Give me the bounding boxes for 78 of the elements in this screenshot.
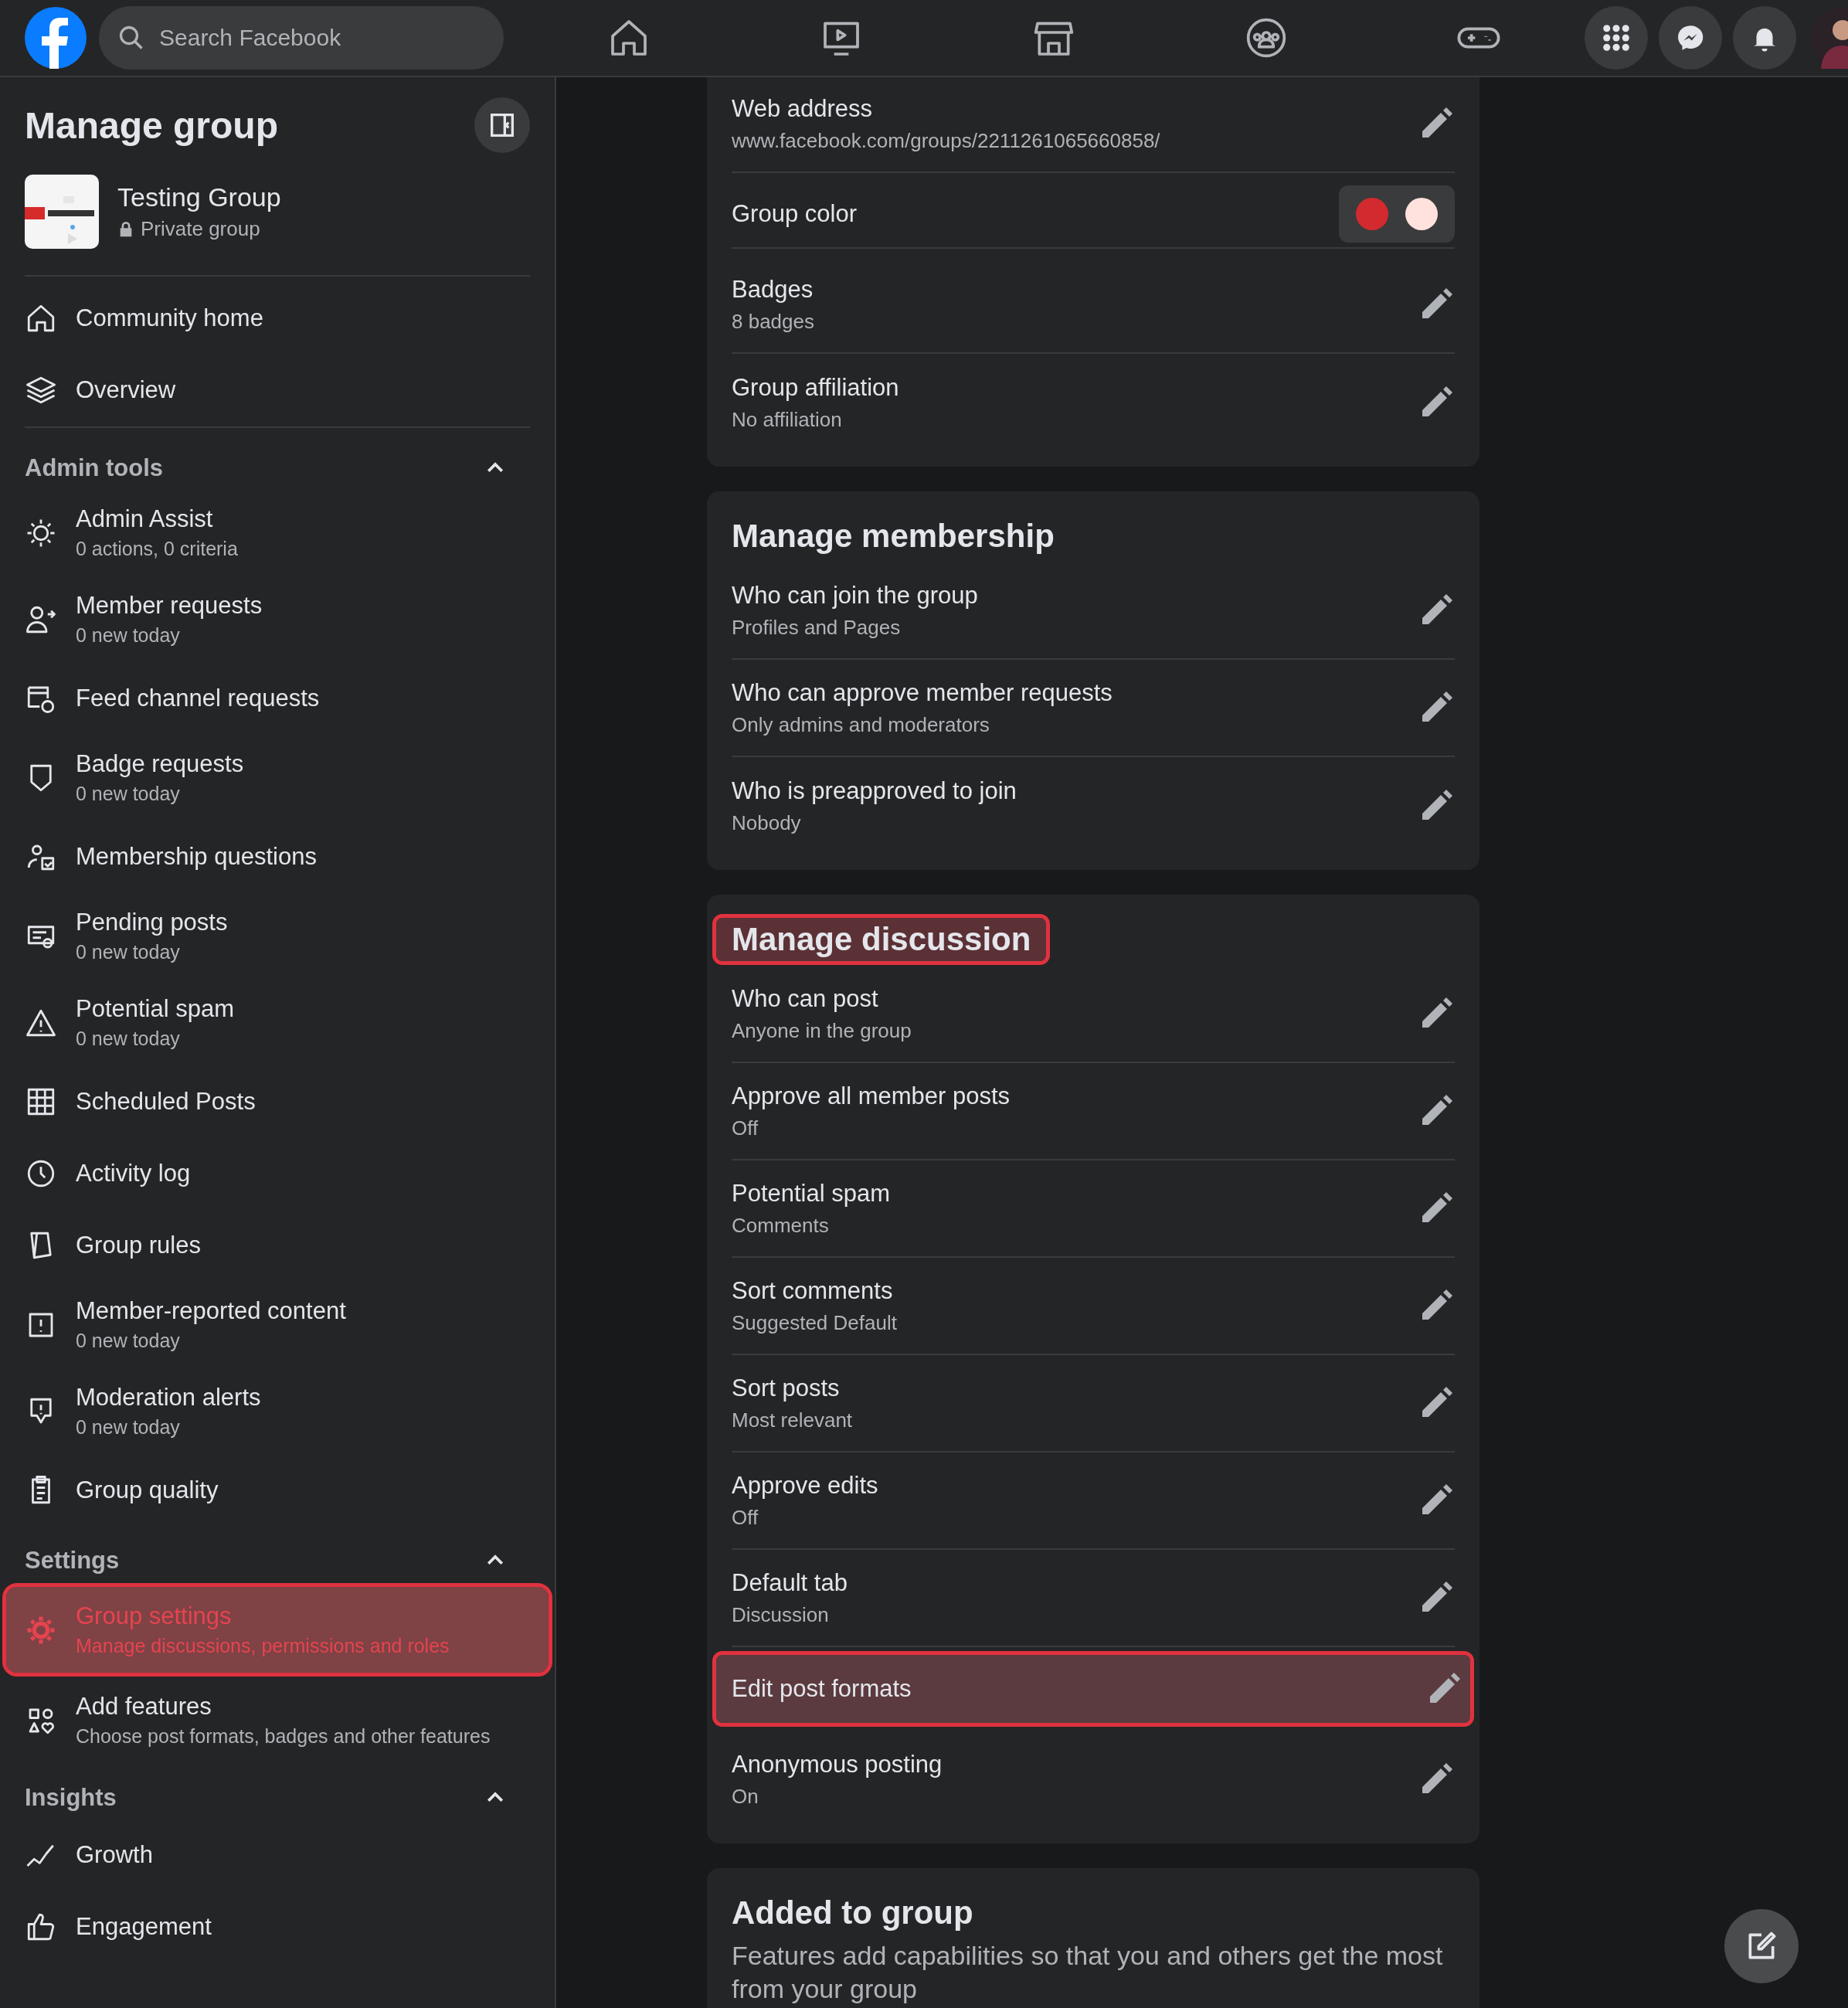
setting-value: Only admins and moderators xyxy=(732,712,990,737)
search-field[interactable]: Search Facebook xyxy=(99,6,504,70)
sidebar-item[interactable]: Member requests 0 new today xyxy=(6,576,549,662)
sidebar-item[interactable]: Membership questions xyxy=(6,821,549,892)
sidebar-item[interactable]: Feed channel requests xyxy=(6,663,549,734)
setting-title: Who can join the group xyxy=(732,581,978,610)
sidebar-item[interactable]: Admin Assist 0 actions, 0 criteria xyxy=(6,490,549,576)
settings-row[interactable]: Anonymous posting On xyxy=(732,1731,1455,1828)
settings-row[interactable]: Approve edits Off xyxy=(732,1452,1455,1550)
setting-title: Edit post formats xyxy=(732,1675,912,1703)
sidebar-item[interactable]: Potential spam 0 new today xyxy=(6,980,549,1065)
setting-value: 8 badges xyxy=(732,309,814,334)
setting-title: Potential spam xyxy=(732,1179,891,1208)
sidebar-item[interactable]: Group rules xyxy=(6,1210,549,1281)
setting-value: Profiles and Pages xyxy=(732,615,902,640)
settings-row[interactable]: Who can post Anyone in the group xyxy=(732,966,1455,1063)
setting-title: Group color xyxy=(732,200,857,228)
setting-title: Who can approve member requests xyxy=(732,678,1113,707)
settings-row[interactable]: Group affiliation No affiliation xyxy=(732,354,1455,451)
setting-value: Nobody xyxy=(732,810,802,835)
setting-value: www.facebook.com/groups/2211261065660858/ xyxy=(732,128,1160,153)
sidebar-item[interactable]: Growth xyxy=(6,1819,549,1891)
setting-value: Comments xyxy=(732,1213,830,1238)
sidebar-item[interactable]: Overview xyxy=(6,355,549,426)
setting-value: On xyxy=(732,1784,759,1809)
settings-row[interactable]: Approve all member posts Off xyxy=(732,1063,1455,1160)
sidebar-item[interactable]: Scheduled Posts xyxy=(6,1066,549,1137)
setting-title: Sort comments xyxy=(732,1276,894,1305)
setting-value: Discussion xyxy=(732,1602,830,1627)
section-title: Admin tools xyxy=(25,454,164,482)
settings-row[interactable]: Sort posts Most relevant xyxy=(732,1355,1455,1452)
sidebar-item[interactable]: Add features Choose post formats, badges and other features xyxy=(6,1677,549,1763)
setting-title: Badges xyxy=(732,275,814,304)
setting-title: Approve edits xyxy=(732,1471,878,1500)
privacy-label: Private group xyxy=(141,217,260,241)
setting-value: Most relevant xyxy=(732,1408,853,1432)
logo-icon[interactable] xyxy=(25,7,87,69)
card-heading: Added to group xyxy=(732,1894,973,1932)
sidebar-item[interactable]: Community home xyxy=(6,283,549,354)
setting-value: No affiliation xyxy=(732,407,843,432)
sidebar-item[interactable]: Activity log xyxy=(6,1138,549,1209)
settings-row[interactable]: Who can join the group Profiles and Pages xyxy=(732,562,1455,660)
settings-row[interactable]: Default tab Discussion xyxy=(732,1550,1455,1647)
sidebar-item[interactable]: Engagement xyxy=(6,1891,549,1962)
settings-row[interactable]: Badges 8 badges xyxy=(732,257,1455,354)
group-name[interactable]: Testing Group xyxy=(117,182,281,212)
setting-value: Off xyxy=(732,1505,759,1530)
card-heading: Manage membership xyxy=(732,517,1055,556)
sidebar-item[interactable]: Pending posts 0 new today xyxy=(6,893,549,979)
settings-row[interactable]: Who can approve member requests Only admins and moderators xyxy=(732,660,1455,757)
setting-title: Group affiliation xyxy=(732,373,899,402)
settings-row[interactable]: Group color xyxy=(732,181,1455,249)
setting-title: Default tab xyxy=(732,1568,848,1597)
search-input[interactable]: Search Facebook xyxy=(158,24,485,52)
section-title: Settings xyxy=(25,1547,120,1575)
setting-value: Suggested Default xyxy=(732,1310,897,1335)
sidebar-title: Manage group xyxy=(25,104,278,147)
setting-title: Sort posts xyxy=(732,1374,841,1402)
setting-title: Approve all member posts xyxy=(732,1082,1011,1110)
card-description: Features add capabilities so that you and others get the most from your group xyxy=(732,1940,1444,2005)
setting-title: Anonymous posting xyxy=(732,1750,943,1779)
section-title: Insights xyxy=(25,1784,117,1812)
sidebar-item[interactable]: Badge requests 0 new today xyxy=(6,735,549,821)
settings-row[interactable]: Who is preapproved to join Nobody xyxy=(732,757,1455,855)
color-swatch[interactable] xyxy=(1356,198,1388,230)
settings-row[interactable]: Sort comments Suggested Default xyxy=(732,1258,1455,1355)
setting-title: Who is preapproved to join xyxy=(732,776,1017,805)
setting-value: Off xyxy=(732,1116,759,1140)
sidebar-item[interactable]: Group quality xyxy=(6,1455,549,1526)
setting-value: Anyone in the group xyxy=(732,1018,912,1043)
color-swatch[interactable] xyxy=(1405,198,1438,230)
color-picker[interactable] xyxy=(1339,185,1455,243)
sidebar-item[interactable]: Moderation alerts 0 new today xyxy=(6,1368,549,1454)
settings-row[interactable]: Web address www.facebook.com/groups/2211261065660858/ xyxy=(732,76,1455,173)
setting-title: Web address xyxy=(732,94,874,123)
settings-row[interactable]: Potential spam Comments xyxy=(732,1160,1455,1258)
setting-title: Who can post xyxy=(732,984,879,1013)
sidebar-item[interactable]: Member-reported content 0 new today xyxy=(6,1282,549,1368)
